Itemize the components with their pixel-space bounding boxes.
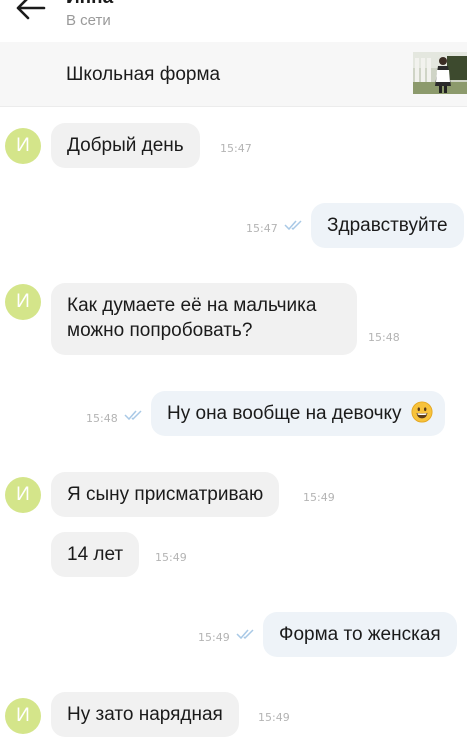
read-ticks-icon	[236, 629, 254, 640]
message-text-line: Как думаете её на мальчика	[67, 295, 317, 316]
incoming-message: Я сыну присматриваю	[51, 472, 280, 517]
read-ticks-icon	[124, 410, 142, 421]
back-arrow-icon[interactable]	[14, 0, 46, 22]
message-time: 15:48	[368, 331, 400, 344]
online-status: В сети	[66, 12, 111, 29]
incoming-message: 14 лет	[51, 532, 140, 577]
incoming-message: Ну зато нарядная	[51, 692, 239, 737]
read-ticks-icon	[284, 220, 302, 231]
message-text: Ну зато нарядная	[67, 704, 223, 725]
message-time: 15:48	[86, 412, 118, 425]
message-text-line: можно попробовать?	[67, 320, 253, 341]
message-text: Ну она вообще на девочку	[167, 403, 402, 424]
contact-avatar[interactable]: И	[5, 477, 41, 513]
message-time: 15:49	[198, 631, 230, 644]
message-text: 14 лет	[67, 544, 124, 565]
message-time: 15:47	[220, 142, 252, 155]
message-time: 15:49	[303, 491, 335, 504]
contact-name[interactable]: Инна	[66, 0, 113, 9]
outgoing-message: Ну она вообще на девочку	[151, 391, 445, 436]
message-text: Форма то женская	[279, 624, 441, 645]
message-time: 15:47	[246, 222, 278, 235]
message-time: 15:49	[155, 551, 187, 564]
outgoing-message: Форма то женская	[263, 612, 457, 657]
contact-avatar[interactable]: И	[5, 698, 41, 734]
message-text: Здравствуйте	[327, 215, 448, 236]
outgoing-message: Здравствуйте	[311, 203, 464, 248]
contact-avatar[interactable]: И	[5, 284, 41, 320]
incoming-message: Как думаете её на мальчика можно попробо…	[51, 283, 357, 355]
incoming-message: Добрый день	[51, 123, 200, 168]
product-title: Школьная форма	[66, 64, 221, 85]
contact-avatar[interactable]: И	[5, 128, 41, 164]
chat-header: Инна В сети	[0, 0, 467, 40]
grinning-face-icon	[411, 401, 433, 423]
product-banner[interactable]: Школьная форма	[0, 42, 467, 107]
product-thumbnail[interactable]	[413, 52, 467, 94]
message-time: 15:49	[258, 711, 290, 724]
message-text: Я сыну присматриваю	[67, 484, 264, 505]
message-text: Добрый день	[67, 135, 184, 156]
